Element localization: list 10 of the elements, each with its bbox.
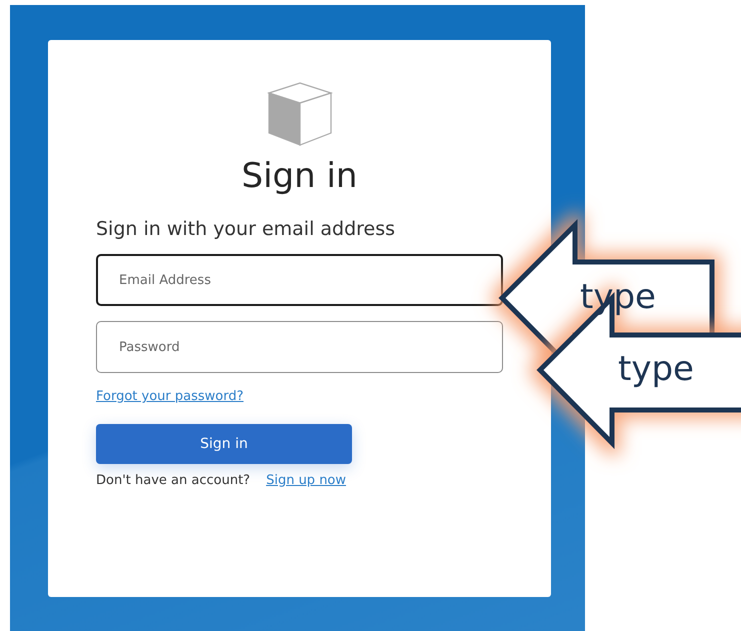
cube-icon (266, 82, 332, 146)
input-field[interactable]: Email Address (96, 254, 503, 306)
sign-up-link[interactable]: Sign up now (266, 473, 346, 488)
forgot-password-link[interactable]: Forgot your password? (96, 389, 244, 404)
sign-in-button[interactable]: Sign in (96, 424, 352, 464)
signup-prompt: Don't have an account? (96, 473, 250, 488)
input-field[interactable]: Password (96, 321, 503, 373)
card-title: Sign in (242, 156, 358, 196)
card-subtitle: Sign in with your email address (96, 218, 396, 240)
arrow-label: type (618, 352, 694, 386)
